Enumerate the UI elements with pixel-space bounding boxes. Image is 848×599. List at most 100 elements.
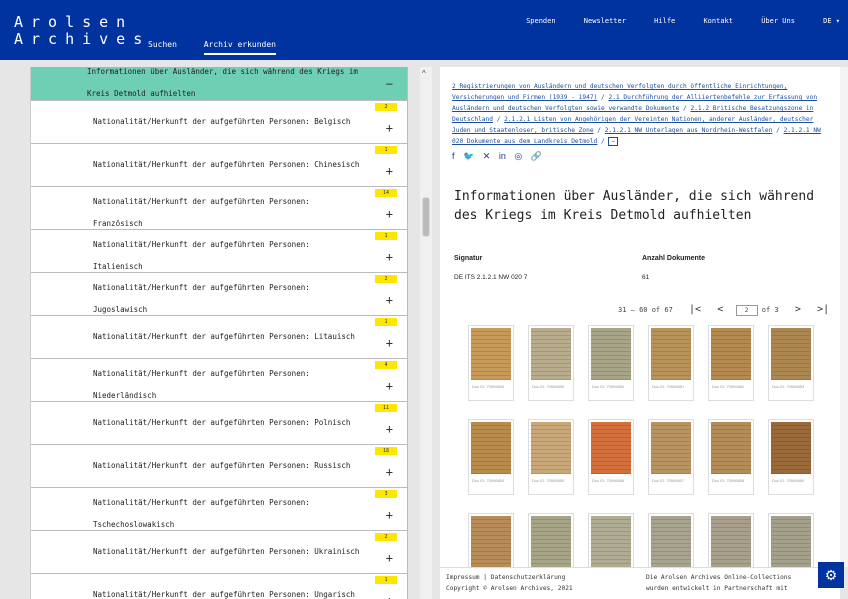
chevron-up-icon[interactable]: ^ xyxy=(422,69,426,78)
first-page-icon[interactable]: |< xyxy=(689,304,701,315)
plus-icon[interactable]: + xyxy=(386,508,393,522)
document-thumbnail[interactable]: Doc ID: 70596859 xyxy=(768,419,814,495)
plus-icon[interactable]: + xyxy=(386,551,393,565)
tree-item-active[interactable]: Informationen über Ausländer, die sich w… xyxy=(31,67,408,101)
document-thumbnail[interactable]: Doc ID: 70596850 xyxy=(528,325,574,401)
tree-item[interactable]: Nationalität/Herkunft der aufgeführten P… xyxy=(31,187,408,230)
plus-icon[interactable]: + xyxy=(386,250,393,264)
document-image xyxy=(651,516,691,567)
breadcrumb-collapse-icon[interactable]: − xyxy=(608,137,619,146)
breadcrumb: 2 Registrierungen von Ausländern und deu… xyxy=(452,81,830,147)
document-thumbnail[interactable]: Doc ID: 70596854 xyxy=(468,419,514,495)
plus-icon[interactable]: + xyxy=(386,164,393,178)
plus-icon[interactable]: + xyxy=(386,293,393,307)
tree-item[interactable]: Nationalität/Herkunft der aufgeführten P… xyxy=(31,488,408,531)
document-thumbnail[interactable] xyxy=(468,513,514,567)
breadcrumb-link[interactable]: 2.1.2.1 NW Unterlagen aus Nordrhein-West… xyxy=(605,127,773,134)
tree-item[interactable]: Nationalität/Herkunft der aufgeführten P… xyxy=(31,101,408,144)
count-badge: 2 xyxy=(375,275,397,283)
gear-icon[interactable]: ⚙ xyxy=(818,562,844,588)
footer: Impressum | Datenschutzerklärung Copyrig… xyxy=(440,567,840,599)
count-badge: 1 xyxy=(375,576,397,584)
breadcrumb-separator: / xyxy=(772,127,784,134)
share-bar: f 🐦 ✕ in ◎ 🔗 xyxy=(452,151,548,162)
prev-page-icon[interactable]: < xyxy=(717,304,723,315)
tree-item[interactable]: Nationalität/Herkunft der aufgeführten P… xyxy=(31,230,408,273)
document-thumbnail[interactable] xyxy=(648,513,694,567)
nav-spenden[interactable]: Spenden xyxy=(526,17,556,25)
document-thumbnail[interactable]: Doc ID: 70596857 xyxy=(648,419,694,495)
document-thumbnail[interactable] xyxy=(588,513,634,567)
impressum-link[interactable]: Impressum xyxy=(446,574,480,581)
nav-archiv-erkunden[interactable]: Archiv erkunden xyxy=(203,40,276,55)
tree-item[interactable]: Nationalität/Herkunft der aufgeführten P… xyxy=(31,531,408,574)
doc-id: Doc ID: 70596858 xyxy=(712,478,745,483)
document-image xyxy=(771,516,811,567)
plus-icon[interactable]: + xyxy=(386,465,393,479)
logo[interactable]: Arolsen Archives xyxy=(14,14,150,48)
document-thumbnail[interactable] xyxy=(528,513,574,567)
twitter-icon[interactable]: 🐦 xyxy=(463,151,474,161)
document-image xyxy=(471,328,511,380)
document-image xyxy=(471,422,511,474)
plus-icon[interactable]: + xyxy=(386,121,393,135)
linkedin-icon[interactable]: in xyxy=(499,151,506,161)
doc-id: Doc ID: 70596859 xyxy=(772,478,805,483)
detail-scrollbar[interactable] xyxy=(840,67,848,567)
document-thumbnail[interactable]: Doc ID: 70596855 xyxy=(528,419,574,495)
tree-item[interactable]: Nationalität/Herkunft der aufgeführten P… xyxy=(31,144,408,187)
tree-item[interactable]: Nationalität/Herkunft der aufgeführten P… xyxy=(31,359,408,402)
nav-kontakt[interactable]: Kontakt xyxy=(703,17,733,25)
document-image xyxy=(771,422,811,474)
tree-panel: Informationen über Ausländer, die sich w… xyxy=(30,67,408,599)
document-thumbnail[interactable] xyxy=(708,513,754,567)
document-thumbnail[interactable]: Doc ID: 70596856 xyxy=(588,419,634,495)
count-badge: 2 xyxy=(375,533,397,541)
document-thumbnail[interactable]: Doc ID: 70596852 xyxy=(708,325,754,401)
nav-suchen[interactable]: Suchen xyxy=(148,40,177,53)
plus-icon[interactable]: + xyxy=(386,594,393,599)
facebook-icon[interactable]: f xyxy=(452,151,455,161)
pager-of: of 3 xyxy=(761,306,779,314)
document-thumbnail[interactable] xyxy=(768,513,814,567)
datenschutz-link[interactable]: Datenschutzerklärung xyxy=(491,574,566,581)
collapse-icon[interactable]: − xyxy=(386,77,393,91)
tree-item[interactable]: Nationalität/Herkunft der aufgeführten P… xyxy=(31,273,408,316)
count-badge: 1 xyxy=(375,232,397,240)
tree-scrollbar-thumb[interactable] xyxy=(422,197,430,237)
document-thumbnail[interactable]: Doc ID: 70596850 xyxy=(588,325,634,401)
count-badge: 18 xyxy=(375,447,397,455)
tree-scrollbar[interactable]: ^ xyxy=(420,67,432,599)
doc-id: Doc ID: 70596850 xyxy=(532,384,565,389)
plus-icon[interactable]: + xyxy=(386,379,393,393)
tree-item[interactable]: Nationalität/Herkunft der aufgeführten P… xyxy=(31,316,408,359)
nav-newsletter[interactable]: Newsletter xyxy=(584,17,626,25)
doc-id: Doc ID: 70596850 xyxy=(592,384,625,389)
whatsapp-icon[interactable]: ◎ xyxy=(514,151,522,161)
document-thumbnail[interactable]: Doc ID: 70596849 xyxy=(468,325,514,401)
document-image xyxy=(651,328,691,380)
document-thumbnail[interactable]: Doc ID: 70596853 xyxy=(768,325,814,401)
document-thumbnail[interactable]: Doc ID: 70596851 xyxy=(648,325,694,401)
x-icon[interactable]: ✕ xyxy=(483,151,491,161)
tree-item[interactable]: Nationalität/Herkunft der aufgeführten P… xyxy=(31,402,408,445)
tree-item[interactable]: Nationalität/Herkunft der aufgeführten P… xyxy=(31,445,408,488)
language-select[interactable]: DE ▾ xyxy=(823,17,840,25)
nav-ueber-uns[interactable]: Über Uns xyxy=(761,17,795,25)
link-icon[interactable]: 🔗 xyxy=(531,151,542,161)
document-thumbnail[interactable]: Doc ID: 70596858 xyxy=(708,419,754,495)
main-nav: Suchen Archiv erkunden xyxy=(148,40,298,55)
tree-item[interactable]: Nationalität/Herkunft der aufgeführten P… xyxy=(31,574,408,599)
plus-icon[interactable]: + xyxy=(386,336,393,350)
plus-icon[interactable]: + xyxy=(386,207,393,221)
nav-hilfe[interactable]: Hilfe xyxy=(654,17,675,25)
page-input[interactable]: 2 xyxy=(735,304,758,316)
document-image xyxy=(531,328,571,380)
last-page-icon[interactable]: >| xyxy=(817,304,829,315)
count-badge: 4 xyxy=(375,361,397,369)
next-page-icon[interactable]: > xyxy=(795,304,801,315)
document-image xyxy=(771,328,811,380)
doc-id: Doc ID: 70596851 xyxy=(652,384,685,389)
plus-icon[interactable]: + xyxy=(386,422,393,436)
footer-note-2: wurden entwickelt in Partnerschaft mit xyxy=(646,585,788,592)
